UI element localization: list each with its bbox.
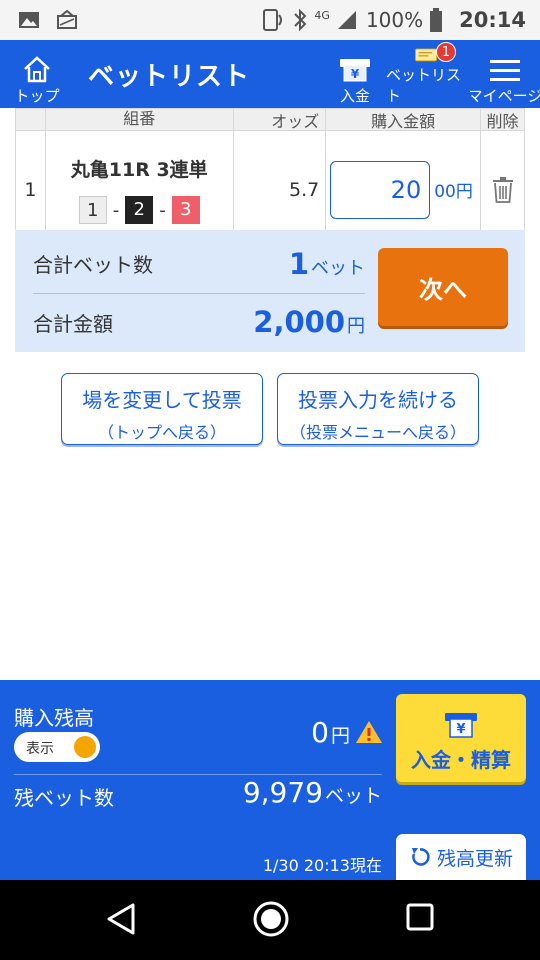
nav-home-label: トップ: [14, 87, 60, 105]
signal-icon: [337, 11, 356, 29]
nfc-icon: [263, 9, 283, 31]
total-bets-label: 合計ベット数: [33, 253, 153, 277]
balance-panel: 購入残高 表示 0円 残ベット数 9,979 ベット ¥ 入金・精算 1/30 2…: [0, 680, 540, 880]
balance-timestamp: 1/30 20:13現在: [262, 856, 382, 875]
battery-percent: 100%: [365, 8, 424, 32]
nav-mypage-label: マイページ: [470, 87, 540, 105]
column-header-amount: 購入金額: [325, 108, 482, 131]
cast-icon: [57, 10, 77, 29]
remaining-bets-value: 9,979: [242, 776, 323, 809]
yen-ticket-icon: ¥: [340, 59, 370, 82]
deposit-settle-label: 入金・精算: [411, 747, 511, 772]
toggle-knob: [74, 736, 96, 758]
refresh-icon: [411, 848, 430, 866]
trash-icon[interactable]: [491, 176, 515, 204]
total-amount-value: 2,000: [253, 305, 345, 339]
combo-first: 1: [78, 196, 107, 224]
nav-deposit-button[interactable]: ¥ 入金: [332, 46, 378, 106]
nav-home-button[interactable]: トップ: [12, 46, 62, 106]
balance-value: 0: [311, 716, 329, 749]
bet-summary: 合計ベット数 1 ベット 合計金額 2,000 円 次へ: [15, 230, 525, 352]
gallery-icon: [19, 12, 39, 28]
remaining-bets-unit: ベット: [324, 785, 382, 807]
total-amount-row: 合計金額 2,000 円: [33, 292, 365, 352]
yen-ticket-icon: ¥: [445, 712, 477, 738]
total-amount-label: 合計金額: [33, 311, 113, 336]
total-bets-unit: ベット: [311, 257, 365, 279]
bet-table: 組番 オッズ 購入金額 削除 1 丸亀11R 3連単 1 - 2 - 3 5.7: [15, 108, 525, 249]
bluetooth-icon: [294, 8, 307, 32]
status-bar: 4G 100% 20:14: [0, 0, 540, 40]
continue-voting-button[interactable]: 投票入力を続ける （投票メニューへ戻る）: [277, 373, 479, 445]
continue-voting-sublabel: （投票メニューへ戻る）: [289, 422, 466, 442]
battery-icon: [430, 8, 443, 32]
betlist-badge: 1: [436, 42, 456, 62]
continue-voting-label: 投票入力を続ける: [298, 387, 458, 412]
toggle-label: 表示: [26, 741, 54, 757]
warning-icon: [356, 721, 382, 743]
menu-icon: [490, 60, 520, 81]
signal-type: 4G: [314, 9, 330, 22]
bet-amount-input[interactable]: [330, 160, 431, 219]
deposit-settle-button[interactable]: ¥ 入金・精算: [396, 694, 526, 782]
total-bets-row: 合計ベット数 1 ベット: [33, 234, 365, 294]
combo-second: 2: [125, 196, 154, 224]
remaining-bets-label: 残ベット数: [14, 786, 114, 810]
svg-text:¥: ¥: [351, 67, 360, 81]
combo-third: 3: [171, 196, 200, 224]
change-venue-button[interactable]: 場を変更して投票 （トップへ戻る）: [61, 373, 263, 445]
nav-deposit-label: 入金: [339, 87, 370, 105]
purchase-balance-label: 購入残高: [14, 706, 94, 730]
balance-display-toggle[interactable]: 表示: [14, 732, 100, 762]
nav-betlist-label: ベットリスト: [386, 66, 462, 105]
remaining-bets: 9,979 ベット: [243, 776, 382, 809]
home-icon: [24, 56, 50, 83]
app-header: トップ ベットリスト ¥ 入金 1 ベットリスト マイページ: [0, 40, 540, 108]
change-venue-sublabel: （トップへ戻る）: [97, 422, 226, 442]
total-bets-value: 1: [288, 246, 309, 281]
race-name: 丸亀11R 3連単: [70, 159, 208, 181]
page-title: ベットリスト: [88, 62, 251, 92]
balance-unit: 円: [330, 725, 350, 747]
system-nav-bar: [0, 880, 540, 960]
nav-betlist-button[interactable]: 1 ベットリスト: [386, 42, 466, 106]
change-venue-label: 場を変更して投票: [82, 387, 242, 412]
balance-amount: 0円: [311, 716, 350, 749]
recents-icon[interactable]: [405, 902, 435, 932]
clock: 20:14: [459, 8, 526, 32]
column-header-odds: オッズ: [232, 108, 327, 131]
column-header-delete: 削除: [480, 108, 525, 131]
next-button[interactable]: 次へ: [378, 248, 508, 326]
column-header-no: [15, 108, 46, 131]
amount-unit: 00円: [434, 182, 473, 202]
table-header-row: 組番 オッズ 購入金額 削除: [15, 108, 525, 131]
home-circle-icon[interactable]: [252, 900, 290, 938]
combo-separator: -: [159, 199, 166, 221]
refresh-balance-label: 残高更新: [436, 847, 513, 870]
combo-numbers: 1 - 2 - 3: [46, 196, 233, 224]
combo-separator: -: [112, 199, 120, 221]
total-amount-unit: 円: [347, 316, 365, 337]
svg-text:¥: ¥: [456, 722, 465, 737]
refresh-balance-button[interactable]: 残高更新: [396, 834, 526, 880]
balance-divider: [14, 774, 382, 775]
nav-mypage-button[interactable]: マイページ: [470, 46, 540, 106]
column-header-combo: 組番: [44, 108, 234, 131]
back-icon[interactable]: [105, 902, 137, 936]
